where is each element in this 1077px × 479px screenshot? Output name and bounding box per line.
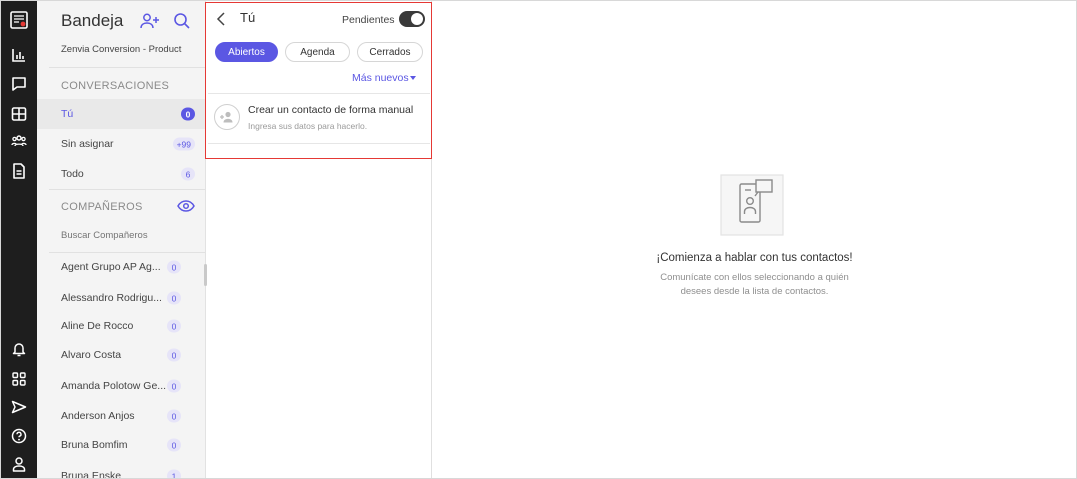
count-badge: 0 xyxy=(167,409,181,423)
workspace-name: Zenvia Conversion - Product xyxy=(61,44,182,55)
agent-item[interactable]: Amanda Polotow Ge... 0 xyxy=(37,371,205,401)
create-contact-title[interactable]: Crear un contacto de forma manual xyxy=(248,104,413,116)
agent-name: Alvaro Costa xyxy=(61,349,122,361)
sidebar-item-label: Tú xyxy=(61,108,74,120)
bell-icon[interactable] xyxy=(1,337,37,361)
teammates-section-title: COMPAÑEROS xyxy=(61,201,143,213)
agent-name: Bruna Bomfim xyxy=(61,439,128,451)
create-contact-item[interactable] xyxy=(208,95,430,143)
add-user-avatar-icon[interactable] xyxy=(214,104,240,130)
sidebar-item-label: Sin asignar xyxy=(61,138,114,150)
contacts-icon[interactable] xyxy=(1,130,37,154)
search-icon[interactable] xyxy=(173,12,191,35)
pending-toggle[interactable] xyxy=(399,11,425,27)
count-badge: 0 xyxy=(167,319,181,333)
inbox-title: Bandeja xyxy=(61,11,124,30)
sidebar-item-todo[interactable]: Todo 6 xyxy=(37,159,205,189)
count-badge: 0 xyxy=(167,260,181,274)
agent-name: Amanda Polotow Ge... xyxy=(61,380,167,392)
agent-name: Bruna Enske xyxy=(61,470,122,478)
teammates-search-input[interactable] xyxy=(61,230,201,241)
agent-name: Anderson Anjos xyxy=(61,410,135,422)
divider xyxy=(49,67,205,68)
count-badge: 0 xyxy=(181,107,195,121)
divider xyxy=(49,189,205,190)
agent-item[interactable]: Alvaro Costa 0 xyxy=(37,340,205,370)
empty-state-title: ¡Comienza a hablar con tus contactos! xyxy=(656,252,853,264)
tab-agenda[interactable]: Agenda xyxy=(285,42,350,62)
divider xyxy=(208,93,430,94)
count-badge: 0 xyxy=(167,348,181,362)
agent-item[interactable]: Anderson Anjos 0 xyxy=(37,401,205,431)
sort-dropdown[interactable]: Más nuevos xyxy=(352,72,409,84)
agent-item[interactable]: Agent Grupo AP Ag... 0 xyxy=(37,252,205,282)
sidebar-item-label: Todo xyxy=(61,168,84,180)
count-badge: 6 xyxy=(181,167,195,181)
divider xyxy=(208,143,430,144)
navigation-rail xyxy=(1,1,37,478)
agent-item[interactable]: Bruna Enske 1 xyxy=(37,461,205,478)
count-badge: 0 xyxy=(167,438,181,452)
agent-item[interactable]: Aline De Rocco 0 xyxy=(37,311,205,341)
sidebar-item-sin-asignar[interactable]: Sin asignar +99 xyxy=(37,129,205,159)
empty-state-text: Comunícate con ellos seleccionando a qui… xyxy=(660,272,849,283)
inbox-logo-icon[interactable] xyxy=(1,8,37,32)
add-contact-icon[interactable] xyxy=(139,12,161,35)
contact-card-icon xyxy=(720,174,784,241)
sidebar-item-tu[interactable]: Tú 0 xyxy=(37,99,205,129)
table-icon[interactable] xyxy=(1,102,37,126)
chat-icon[interactable] xyxy=(1,72,37,96)
eye-icon[interactable] xyxy=(177,198,195,219)
count-badge: 0 xyxy=(167,291,181,305)
help-icon[interactable] xyxy=(1,424,37,448)
conversations-section-title: CONVERSACIONES xyxy=(61,80,170,92)
back-arrow-icon[interactable] xyxy=(216,12,226,31)
count-badge: 1 xyxy=(167,469,181,478)
reports-icon[interactable] xyxy=(1,43,37,67)
inbox-sidebar: Bandeja Zenvia Conversion - Product CONV… xyxy=(37,1,206,478)
count-badge: 0 xyxy=(167,379,181,393)
tab-cerrados[interactable]: Cerrados xyxy=(357,42,423,62)
profile-icon[interactable] xyxy=(1,452,37,476)
count-badge: +99 xyxy=(172,137,195,151)
agent-name: Agent Grupo AP Ag... xyxy=(61,261,161,273)
send-icon[interactable] xyxy=(1,395,37,419)
chevron-down-icon[interactable] xyxy=(410,76,416,80)
agent-name: Alessandro Rodrigu... xyxy=(61,292,162,304)
tab-abiertos[interactable]: Abiertos xyxy=(215,42,278,62)
agent-item[interactable]: Bruna Bomfim 0 xyxy=(37,430,205,460)
agent-item[interactable]: Alessandro Rodrigu... 0 xyxy=(37,283,205,313)
apps-icon[interactable] xyxy=(1,367,37,391)
document-icon[interactable] xyxy=(1,159,37,183)
panel-title: Tú xyxy=(240,10,256,25)
create-contact-subtitle: Ingresa sus datos para hacerlo. xyxy=(248,121,368,131)
pending-label: Pendientes xyxy=(342,14,395,26)
empty-state-text: desees desde la lista de contactos. xyxy=(680,286,829,297)
agent-name: Aline De Rocco xyxy=(61,320,134,332)
